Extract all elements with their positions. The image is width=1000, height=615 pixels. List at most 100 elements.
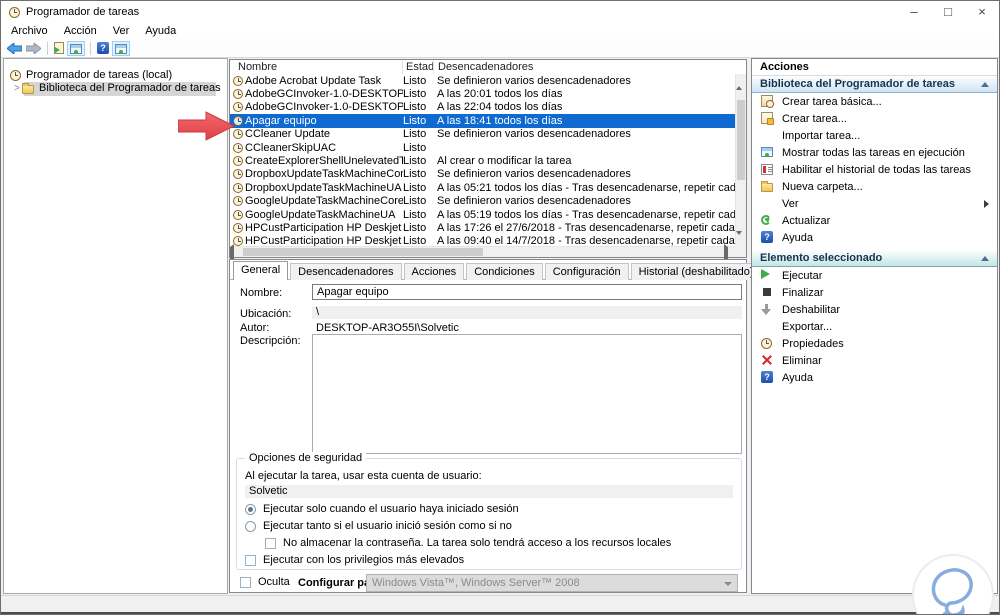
maximize-button[interactable]: □ [931,1,965,23]
task-status: Listo [403,208,427,221]
check-no-password-label: No almacenar la contraseña. La tarea sol… [283,537,672,549]
table-row[interactable]: CCleanerSkipUAC Listo [230,141,735,154]
tab-historial[interactable]: Historial (deshabilitado) [630,263,762,280]
close-button[interactable]: × [965,1,999,23]
title-bar: Programador de tareas [1,1,999,23]
table-row-selected[interactable]: Apagar equipo Listo A las 18:41 todos los … [230,114,735,128]
menu-ver[interactable]: Ver [105,25,138,37]
task-trigger: Al crear o modificar la tarea [437,155,572,168]
forward-arrow-icon[interactable] [26,42,41,54]
action-ejecutar[interactable]: Ejecutar [752,267,997,284]
action-exportar[interactable]: Exportar... [752,318,997,335]
section-header-selected-item[interactable]: Elemento seleccionado [752,250,997,267]
minimize-button[interactable]: – [897,1,931,23]
tab-acciones[interactable]: Acciones [403,263,465,280]
task-status: Listo [403,181,427,194]
scroll-down-icon[interactable] [736,231,746,247]
tree-item-root[interactable]: Programador de tareas (local) [10,68,172,82]
checkbox-icon[interactable] [245,555,256,566]
table-row[interactable]: Adobe Acrobat Update Task Listo Se definie… [230,74,735,87]
action-import-task[interactable]: Importar tarea... [752,127,997,144]
table-row[interactable]: GoogleUpdateTaskMachineCore Listo Se defin… [230,195,735,208]
tab-general[interactable]: General [233,261,289,280]
task-status: Listo [403,155,427,168]
toolbar-help-icon[interactable] [97,42,109,54]
check-privileges[interactable]: Ejecutar con los privilegios más elevado… [245,554,733,566]
scroll-up-icon[interactable] [736,74,746,90]
hidden-label: Oculta [258,576,290,588]
descripcion-textarea[interactable] [312,334,742,454]
scroll-right-icon[interactable] [724,244,735,262]
radio-run-any[interactable]: Ejecutar tanto si el usuario inició sesi… [245,520,733,532]
action-enable-history[interactable]: Habilitar el historial de todas las tare… [752,161,997,178]
action-ver[interactable]: Ver [752,195,997,212]
window-title: Programador de tareas [26,6,140,18]
menu-ayuda[interactable]: Ayuda [137,25,184,37]
horizontal-scrollbar[interactable] [230,244,735,262]
table-row[interactable]: HPCustParticipation HP Deskjet 1510 seri… [230,221,735,234]
table-row[interactable]: AdobeGCInvoker-1.0-DESKTOP-AR3O55I-...Li… [230,101,735,114]
vertical-scroll-thumb[interactable] [737,100,745,180]
task-icon [233,75,243,86]
column-header-desencadenadores[interactable]: Desencadenadores [434,60,735,74]
collapse-icon[interactable] [981,81,989,87]
task-name: AdobeGCInvoker-1.0-DESKTOP-AR3O55I-... [245,88,403,101]
hidden-checkbox-row[interactable]: Oculta [240,576,290,588]
action-eliminar[interactable]: Eliminar [752,352,997,369]
action-actualizar[interactable]: Actualizar [752,212,997,229]
menu-archivo[interactable]: Archivo [3,25,56,37]
scheduler-clock-icon [10,69,21,81]
icon-spacer [761,129,775,143]
action-show-running-tasks[interactable]: Mostrar todas las tareas en ejecución [752,144,997,161]
tab-condiciones[interactable]: Condiciones [466,263,543,280]
column-header-nombre[interactable]: Nombre [230,60,403,74]
action-label: Habilitar el historial de todas las tare… [782,163,971,176]
table-row[interactable]: CCleaner Update Listo Se definieron varios… [230,128,735,141]
action-propiedades[interactable]: Propiedades [752,335,997,352]
configure-for-dropdown[interactable]: Windows Vista™, Windows Server™ 2008 [366,574,738,592]
scroll-left-icon[interactable] [230,244,241,262]
task-name: Apagar equipo [245,114,317,127]
action-ayuda-library[interactable]: Ayuda [752,229,997,246]
action-label: Crear tarea básica... [782,95,882,108]
account-value-band: Solvetic [245,485,733,498]
tab-configuracion[interactable]: Configuración [544,263,629,280]
action-deshabilitar[interactable]: Deshabilitar [752,301,997,318]
back-arrow-icon[interactable] [7,42,22,54]
task-details-panel: General Desencadenadores Acciones Condic… [229,259,762,593]
radio-logged-in-label: Ejecutar solo cuando el usuario haya ini… [263,503,519,515]
checkbox-icon[interactable] [265,538,276,549]
tab-desencadenadores[interactable]: Desencadenadores [290,263,402,280]
table-row[interactable]: GoogleUpdateTaskMachineUA Listo A las 05:1… [230,208,735,221]
show-console-window-icon[interactable] [112,40,130,56]
collapse-icon[interactable] [981,255,989,261]
menu-accion[interactable]: Acción [56,25,105,37]
app-clock-icon [9,6,20,18]
radio-run-logged-in[interactable]: Ejecutar solo cuando el usuario haya ini… [245,503,733,515]
radio-selected-icon[interactable] [245,504,256,515]
chevron-right-icon[interactable]: > [12,83,22,94]
table-row[interactable]: DropboxUpdateTaskMachineUA Listo A las 05:… [230,181,735,194]
show-console-window-icon[interactable] [67,40,85,56]
check-no-password[interactable]: No almacenar la contraseña. La tarea sol… [265,537,733,549]
table-row[interactable]: CreateExplorerShellUnelevatedTaskListo Al… [230,154,735,167]
security-options-title: Opciones de seguridad [245,452,367,464]
section-header-library[interactable]: Biblioteca del Programador de tareas [752,76,997,93]
table-row[interactable]: AdobeGCInvoker-1.0-DESKTOP-AR3O55I-...Li… [230,87,735,100]
vertical-scrollbar[interactable] [735,74,746,247]
table-row[interactable]: DropboxUpdateTaskMachineCore Listo Se defi… [230,168,735,181]
horizontal-scroll-thumb[interactable] [243,248,483,256]
action-ayuda-selected[interactable]: Ayuda [752,369,997,386]
checkbox-icon[interactable] [240,577,251,588]
nombre-input[interactable] [312,284,742,300]
action-finalizar[interactable]: Finalizar [752,284,997,301]
table-row[interactable]: HPCustParticipation HP Deskjet 3540 seri… [230,235,735,246]
action-new-folder[interactable]: Nueva carpeta... [752,178,997,195]
task-trigger: A las 20:01 todos los días [437,88,563,101]
radio-unselected-icon[interactable] [245,521,256,532]
action-create-task[interactable]: Crear tarea... [752,110,997,127]
export-list-icon[interactable] [54,42,64,54]
tree-item-library[interactable]: > Biblioteca del Programador de tareas [12,81,221,95]
action-create-basic-task[interactable]: Crear tarea básica... [752,93,997,110]
column-header-estado[interactable]: Estado [403,60,434,74]
